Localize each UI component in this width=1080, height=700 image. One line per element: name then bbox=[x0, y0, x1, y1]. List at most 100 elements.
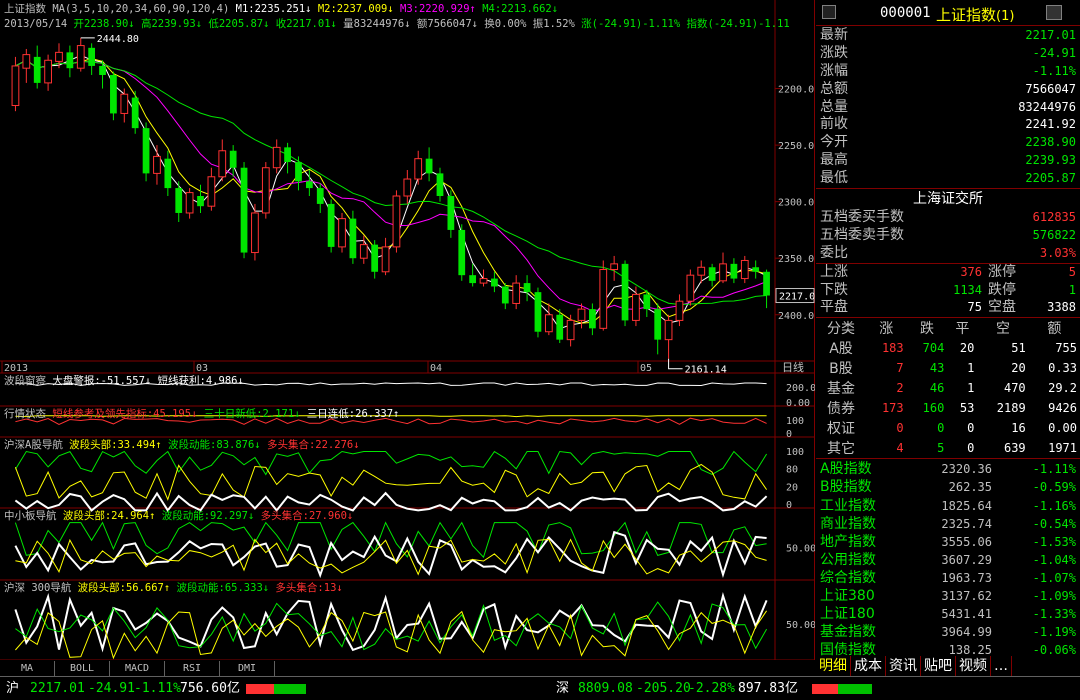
order-row: 五档委卖手数 576822 bbox=[816, 227, 1080, 245]
index-name: 工业指数 bbox=[820, 497, 876, 514]
candle-body bbox=[392, 195, 401, 248]
market-category: B股 bbox=[829, 361, 853, 378]
market-cell-down: 43 bbox=[929, 361, 945, 376]
candle-body bbox=[164, 158, 172, 189]
panel-header-part: 多头集合:22.276↓ bbox=[260, 439, 360, 451]
index-price: 3964.99 bbox=[941, 625, 992, 640]
index-row[interactable]: 商业指数 2325.74 -0.54% bbox=[816, 515, 1080, 533]
panel-header: 行情状态 短线参考及领先指标:45.195↓ 三十日新低:2.171↓ 三日连低… bbox=[4, 407, 399, 421]
index-name: 综合指数 bbox=[820, 569, 876, 586]
market-cell-flat: 53 bbox=[959, 401, 975, 416]
y-tick-label: 2350.0 bbox=[778, 254, 814, 265]
right-tab[interactable]: … bbox=[991, 656, 1012, 676]
updown-value: 376 bbox=[960, 264, 982, 279]
indicator-tab-macd[interactable]: MACD bbox=[110, 661, 165, 676]
candle-body bbox=[556, 314, 564, 340]
right-tab[interactable]: 视频 bbox=[956, 656, 991, 676]
index-name: 公用指数 bbox=[820, 551, 876, 568]
ma-header-part: M1:2235.251↓ bbox=[229, 3, 312, 15]
indicator-line bbox=[14, 463, 768, 501]
market-row[interactable]: 债券 173 160 53 2189 9426 bbox=[816, 398, 1080, 418]
back-icon[interactable] bbox=[822, 5, 836, 19]
market-row[interactable]: A股 183 704 20 51 755 bbox=[816, 338, 1080, 358]
candle-body bbox=[664, 319, 673, 341]
index-change: -1.04% bbox=[1032, 552, 1076, 567]
market-cell-flat: 1 bbox=[967, 381, 975, 396]
market-cell-empty: 2189 bbox=[996, 401, 1026, 416]
index-row[interactable]: 基金指数 3964.99 -1.19% bbox=[816, 623, 1080, 641]
ohlc-header-line: 2013/05/14 开2238.90↓ 高2239.93↓ 低2205.87↓… bbox=[4, 18, 790, 31]
quote-value: 2239.93 bbox=[1025, 153, 1076, 168]
candle-body bbox=[44, 59, 52, 84]
quote-value: 2217.01 bbox=[1025, 28, 1076, 42]
indicator-tab-ma[interactable]: MA bbox=[0, 661, 55, 676]
index-name: 基金指数 bbox=[820, 624, 876, 641]
updown-key: 空盘 bbox=[988, 299, 1016, 316]
ohlc-header-part: 额7566047↓ bbox=[410, 18, 478, 30]
candle-body bbox=[577, 308, 586, 321]
index-price: 2320.36 bbox=[941, 462, 992, 477]
candle-body bbox=[512, 282, 521, 304]
index-change: -1.19% bbox=[1032, 625, 1076, 640]
market-table-section: 分类涨跌平空额 A股 183 704 20 51 755 B股 7 43 1 20 0.33 基金 2 46 1… bbox=[816, 318, 1080, 460]
indicator-tab-boll[interactable]: BOLL bbox=[55, 661, 110, 676]
index-name: 地产指数 bbox=[820, 533, 876, 550]
candle-body bbox=[218, 150, 227, 178]
right-tab[interactable]: 明细 bbox=[816, 656, 851, 676]
index-list: A股指数 2320.36 -1.11% B股指数 262.35 -0.59% 工业指数 182… bbox=[816, 459, 1080, 659]
panel-header-part: 波段窗察 bbox=[4, 375, 46, 387]
status-bar: 沪 2217.01 -24.91 -1.11% 756.60亿 深 8809.0… bbox=[0, 676, 1080, 700]
candle-body bbox=[414, 158, 423, 180]
candle-body bbox=[153, 155, 161, 174]
ohlc-header-part: 开2238.90↓ bbox=[67, 18, 135, 30]
index-row[interactable]: 上证380 3137.62 -1.09% bbox=[816, 587, 1080, 605]
market-cell-flat: 0 bbox=[967, 441, 975, 456]
indicator-tab-dmi[interactable]: DMI bbox=[220, 661, 275, 676]
index-change: -1.09% bbox=[1032, 589, 1076, 604]
market-row[interactable]: B股 7 43 1 20 0.33 bbox=[816, 358, 1080, 378]
panel-header: 沪深 300导航 波段头部:56.667↑ 波段动能:65.333↓ 多头集合:… bbox=[4, 581, 343, 595]
right-tabs: 明细 成本 资讯 贴吧 视频… bbox=[816, 656, 1080, 676]
market-cell-down: 46 bbox=[929, 381, 945, 396]
panel-tick-label: 100 bbox=[786, 416, 804, 427]
market-cell-down: 160 bbox=[922, 401, 945, 416]
index-row[interactable]: 工业指数 1825.64 -1.16% bbox=[816, 497, 1080, 515]
index-row[interactable]: B股指数 262.35 -0.59% bbox=[816, 478, 1080, 496]
candle-body bbox=[675, 300, 684, 321]
panel-header: 中小板导航 波段头部:24.964↑ 波段动能:92.297↓ 多头集合:27.… bbox=[4, 509, 353, 523]
candle-body bbox=[447, 196, 455, 230]
order-value: 3.03% bbox=[1039, 245, 1076, 260]
candle-body bbox=[469, 275, 477, 284]
market-row[interactable]: 基金 2 46 1 470 29.2 bbox=[816, 378, 1080, 398]
window-icon[interactable] bbox=[1046, 5, 1062, 20]
quote-key: 总额 bbox=[820, 80, 848, 97]
order-key: 委比 bbox=[820, 244, 848, 261]
quote-key: 涨跌 bbox=[820, 44, 848, 61]
kline-chart-area[interactable]: 2400.02350.02300.02250.02200.02217.01201… bbox=[0, 0, 822, 661]
right-tab[interactable]: 资讯 bbox=[886, 656, 921, 676]
index-row[interactable]: A股指数 2320.36 -1.11% bbox=[816, 460, 1080, 478]
candle-body bbox=[99, 65, 106, 75]
market-cell-amt: 0.33 bbox=[1048, 361, 1077, 376]
market-cell-down: 5 bbox=[937, 441, 945, 456]
index-row[interactable]: 综合指数 1963.73 -1.07% bbox=[816, 569, 1080, 587]
index-row[interactable]: 上证180 5431.41 -1.33% bbox=[816, 605, 1080, 623]
quote-row: 今开 2238.90 bbox=[816, 134, 1080, 152]
indicator-tab-rsi[interactable]: RSI bbox=[165, 661, 220, 676]
market-row[interactable]: 其它 4 5 0 639 1971 bbox=[816, 438, 1080, 458]
right-tab[interactable]: 成本 bbox=[851, 656, 886, 676]
panel-header-part: 多头集合:13↓ bbox=[269, 582, 343, 594]
ohlc-header-part: 低2205.87↓ bbox=[202, 18, 270, 30]
market-row[interactable]: 权证 0 0 0 16 0.00 bbox=[816, 418, 1080, 438]
index-row[interactable]: 公用指数 3607.29 -1.04% bbox=[816, 551, 1080, 569]
market-header-cell: 空 bbox=[996, 321, 1011, 338]
panel-tick-label: 20 bbox=[786, 482, 798, 493]
right-tab[interactable]: 贴吧 bbox=[921, 656, 956, 676]
quote-rows: 最新 2217.01 涨跌 -24.91 涨幅 -1.11% 总额 7566047 总量 8324… bbox=[816, 26, 1080, 190]
candle-body bbox=[284, 147, 291, 163]
candle-body bbox=[349, 218, 357, 259]
candle-body bbox=[11, 65, 20, 107]
kline-svg[interactable]: 2400.02350.02300.02250.02200.02217.01201… bbox=[0, 0, 822, 661]
quote-value: 83244976 bbox=[1018, 99, 1076, 114]
index-row[interactable]: 地产指数 3555.06 -1.53% bbox=[816, 533, 1080, 551]
